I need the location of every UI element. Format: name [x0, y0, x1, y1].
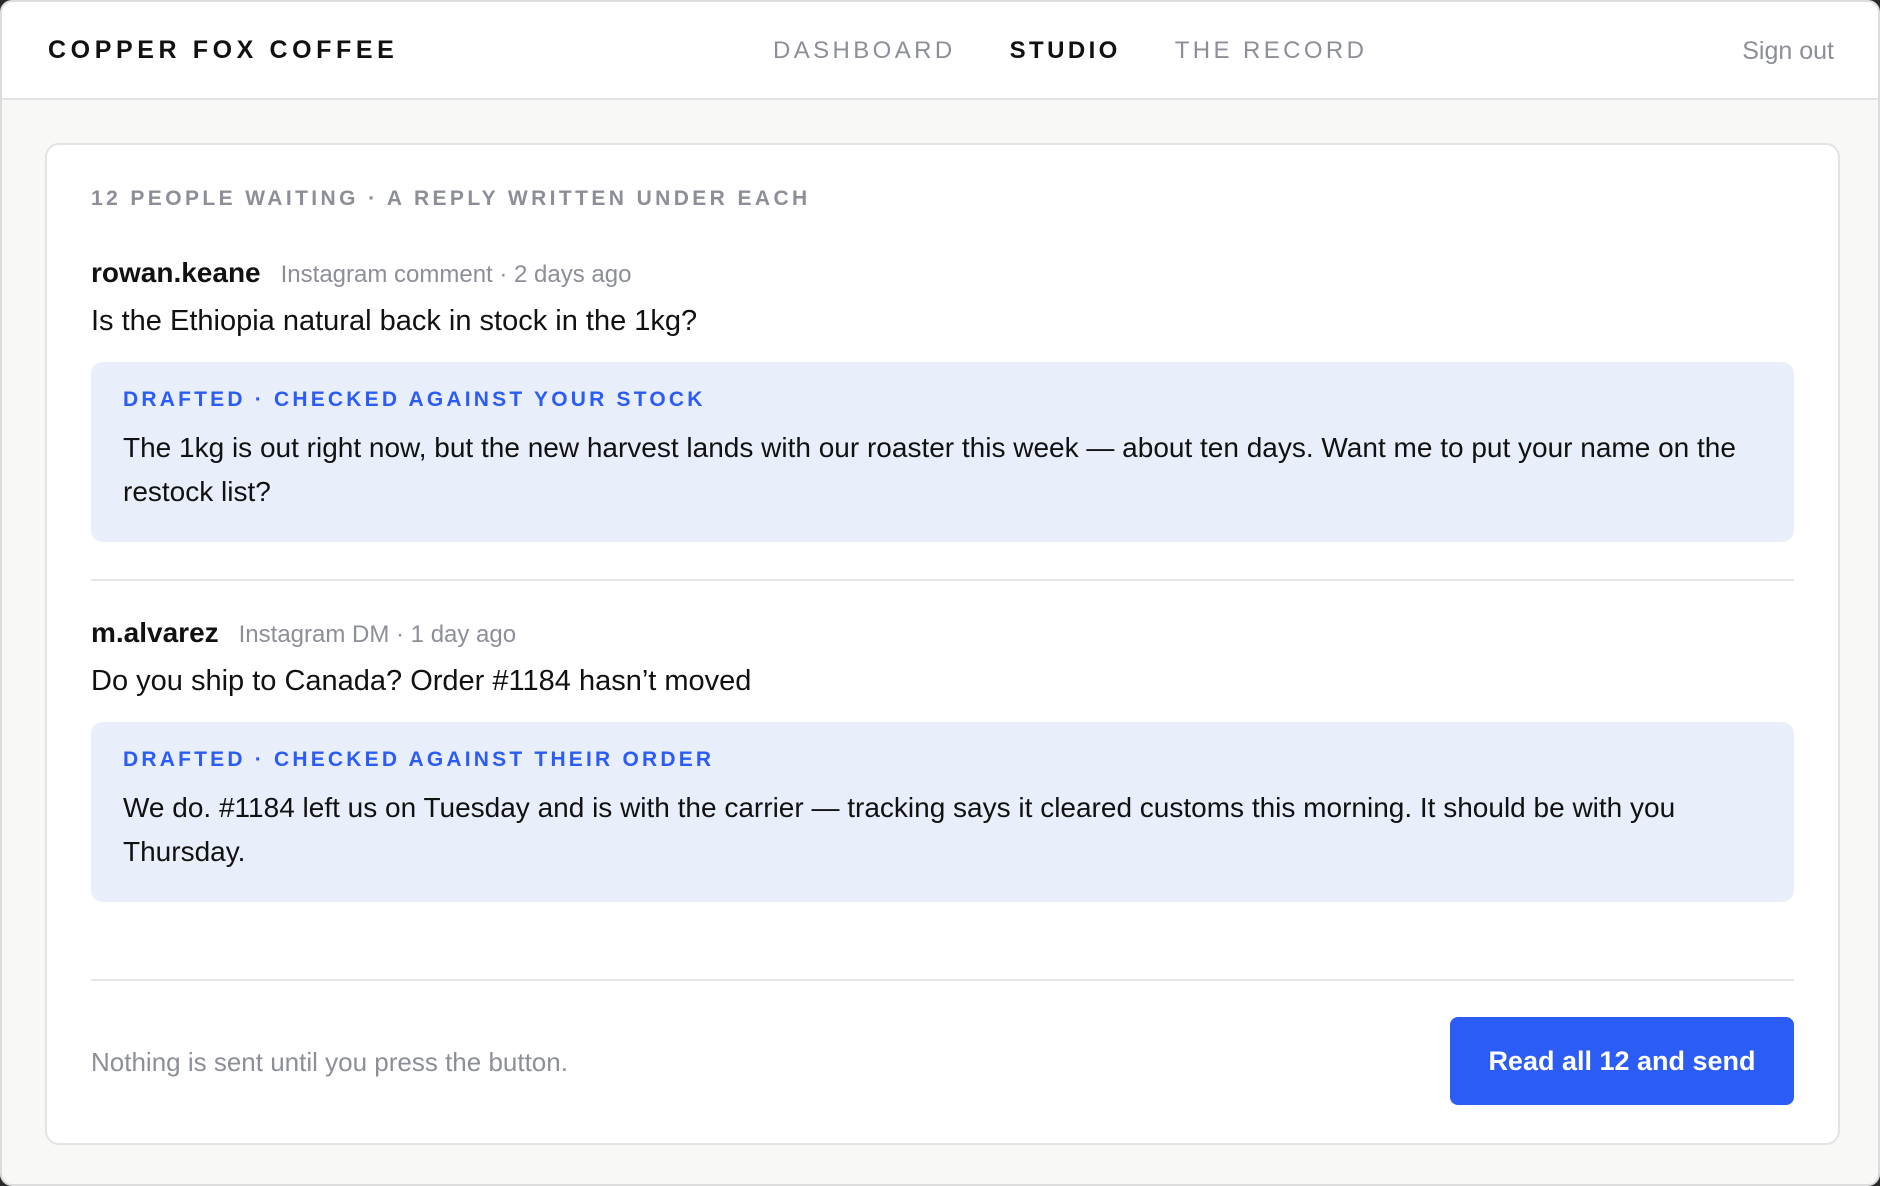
footer-divider	[91, 979, 1794, 981]
top-navigation-bar: COPPER FOX COFFEE DASHBOARD STUDIO THE R…	[2, 2, 1878, 100]
customer-question: Is the Ethiopia natural back in stock in…	[91, 305, 698, 337]
drafted-reply[interactable]: DRAFTED · CHECKED AGAINST THEIR ORDER We…	[91, 722, 1794, 902]
read-all-and-send-button[interactable]: Read all 12 and send	[1450, 1017, 1794, 1105]
message-item: m.alvarez Instagram DM · 1 day ago Do yo…	[91, 617, 1794, 902]
drafted-reply[interactable]: DRAFTED · CHECKED AGAINST YOUR STOCK The…	[91, 362, 1794, 542]
sign-out-link[interactable]: Sign out	[1742, 37, 1834, 66]
nav-tab-dashboard[interactable]: DASHBOARD	[773, 37, 956, 65]
send-disclaimer: Nothing is sent until you press the butt…	[91, 1047, 568, 1077]
message-item: rowan.keane Instagram comment · 2 days a…	[91, 257, 1794, 542]
nav-tab-the-record[interactable]: THE RECORD	[1175, 37, 1368, 65]
draft-text: We do. #1184 left us on Tuesday and is w…	[123, 792, 1676, 867]
sender-handle: rowan.keane	[91, 257, 261, 288]
customer-question: Do you ship to Canada? Order #1184 hasn’…	[91, 665, 752, 697]
draft-text: The 1kg is out right now, but the new ha…	[123, 432, 1736, 507]
message-divider	[91, 579, 1794, 581]
message-meta: Instagram DM · 1 day ago	[238, 621, 517, 648]
main-nav: DASHBOARD STUDIO THE RECORD	[773, 37, 1367, 65]
sender-handle: m.alvarez	[91, 617, 219, 648]
draft-label: DRAFTED · CHECKED AGAINST YOUR STOCK	[123, 388, 706, 411]
reply-queue-card: 12 PEOPLE WAITING · A REPLY WRITTEN UNDE…	[45, 143, 1840, 1145]
draft-label: DRAFTED · CHECKED AGAINST THEIR ORDER	[123, 748, 715, 771]
message-header: m.alvarez Instagram DM · 1 day ago	[91, 617, 1794, 649]
app-window: COPPER FOX COFFEE DASHBOARD STUDIO THE R…	[0, 0, 1880, 1186]
queue-summary: 12 PEOPLE WAITING · A REPLY WRITTEN UNDE…	[91, 187, 811, 210]
brand-logo-text: COPPER FOX COFFEE	[48, 36, 399, 64]
message-header: rowan.keane Instagram comment · 2 days a…	[91, 257, 1794, 289]
reply-queue-content: 12 PEOPLE WAITING · A REPLY WRITTEN UNDE…	[91, 145, 1794, 1143]
nav-tab-studio[interactable]: STUDIO	[1010, 37, 1121, 65]
message-meta: Instagram comment · 2 days ago	[280, 261, 632, 288]
